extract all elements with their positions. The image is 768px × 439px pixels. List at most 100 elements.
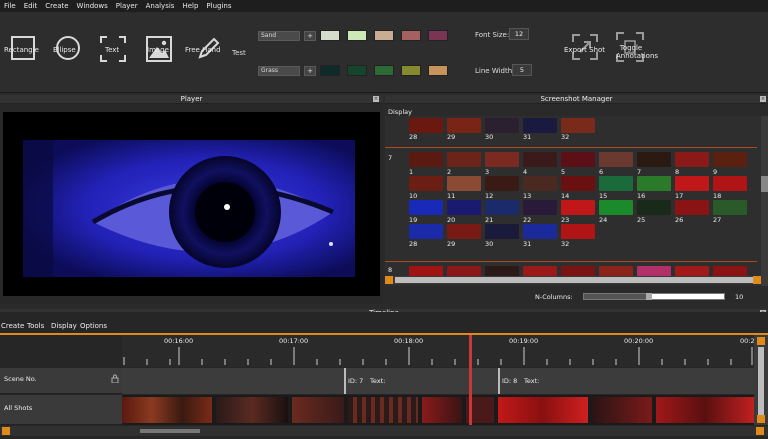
swatch[interactable] bbox=[374, 65, 394, 76]
palette-name-grass[interactable]: Grass bbox=[258, 66, 300, 76]
thumbnail[interactable] bbox=[561, 118, 595, 133]
thumbnail[interactable] bbox=[561, 176, 595, 191]
video-frame[interactable] bbox=[3, 112, 380, 296]
playhead[interactable] bbox=[469, 335, 472, 425]
thumbnail[interactable] bbox=[561, 200, 595, 215]
thumbnail[interactable] bbox=[599, 176, 633, 191]
rectangle-tool-button[interactable]: Rectangle bbox=[4, 36, 48, 68]
swatch[interactable] bbox=[428, 30, 448, 41]
image-tool-button[interactable]: Image bbox=[146, 36, 174, 68]
close-icon[interactable]: × bbox=[760, 96, 766, 102]
thumbnail[interactable] bbox=[485, 118, 519, 133]
timeline-horizontal-scrollbar[interactable] bbox=[0, 426, 768, 436]
thumbnail[interactable] bbox=[523, 118, 557, 133]
vertical-scrollbar[interactable] bbox=[761, 116, 768, 286]
thumbnail[interactable] bbox=[447, 118, 481, 133]
scrollbar-thumb[interactable] bbox=[140, 429, 200, 433]
lock-icon[interactable] bbox=[111, 374, 119, 383]
horizontal-scrollbar[interactable] bbox=[385, 276, 761, 284]
thumbnail[interactable] bbox=[523, 152, 557, 167]
close-icon[interactable]: × bbox=[373, 96, 379, 102]
scene-track[interactable]: ID: 7 Text: ID: 8 Text: bbox=[122, 368, 754, 394]
swatch[interactable] bbox=[347, 65, 367, 76]
track-label-all-shots[interactable]: All Shots bbox=[0, 395, 122, 425]
shot-clip[interactable] bbox=[656, 397, 754, 423]
thumbnail[interactable] bbox=[523, 200, 557, 215]
palette-add-button[interactable]: + bbox=[304, 31, 316, 41]
thumbnail[interactable] bbox=[675, 176, 709, 191]
timeline-menu-options[interactable]: Options bbox=[80, 322, 107, 330]
thumbnail[interactable] bbox=[599, 200, 633, 215]
thumbnail[interactable] bbox=[409, 200, 443, 215]
thumbnail[interactable] bbox=[713, 176, 747, 191]
all-shots-track[interactable] bbox=[122, 395, 754, 425]
menu-windows[interactable]: Windows bbox=[73, 2, 112, 10]
menu-edit[interactable]: Edit bbox=[20, 2, 42, 10]
export-shot-button[interactable]: Export Shot bbox=[562, 32, 606, 72]
thumbnail[interactable] bbox=[675, 200, 709, 215]
thumbnail[interactable] bbox=[523, 224, 557, 239]
menu-player[interactable]: Player bbox=[112, 2, 142, 10]
track-label-scene[interactable]: Scene No. bbox=[0, 368, 122, 394]
thumbnail[interactable] bbox=[637, 176, 671, 191]
text-tool-button[interactable]: Text bbox=[100, 36, 128, 68]
thumbnail[interactable] bbox=[485, 224, 519, 239]
palette-add-button[interactable]: + bbox=[304, 66, 316, 76]
shot-clip[interactable] bbox=[122, 397, 212, 423]
shot-clip[interactable] bbox=[592, 397, 652, 423]
timeline-vertical-scrollbar[interactable] bbox=[754, 335, 768, 425]
swatch[interactable] bbox=[320, 65, 340, 76]
thumbnail[interactable] bbox=[561, 224, 595, 239]
shot-clip[interactable] bbox=[498, 397, 588, 423]
thumbnail[interactable] bbox=[637, 200, 671, 215]
menu-file[interactable]: File bbox=[0, 2, 20, 10]
thumbnail[interactable] bbox=[485, 200, 519, 215]
slider-handle[interactable] bbox=[646, 293, 652, 300]
shot-clip[interactable] bbox=[216, 397, 288, 423]
thumbnail[interactable] bbox=[447, 176, 481, 191]
thumbnail[interactable] bbox=[447, 152, 481, 167]
palette-name-sand[interactable]: Sand bbox=[258, 31, 300, 41]
shot-clip[interactable] bbox=[292, 397, 344, 423]
thumbnail[interactable] bbox=[485, 176, 519, 191]
thumbnail[interactable] bbox=[485, 152, 519, 167]
timeline-menu-tools[interactable]: Tools bbox=[27, 322, 44, 330]
shot-clip[interactable] bbox=[348, 397, 418, 423]
swatch[interactable] bbox=[401, 30, 421, 41]
thumbnail[interactable] bbox=[409, 152, 443, 167]
swatch[interactable] bbox=[347, 30, 367, 41]
thumbnail[interactable] bbox=[637, 152, 671, 167]
thumbnail[interactable] bbox=[713, 200, 747, 215]
scroll-right-button[interactable] bbox=[756, 427, 764, 435]
thumbnail[interactable] bbox=[599, 152, 633, 167]
scrollbar-thumb[interactable] bbox=[758, 347, 764, 415]
shot-clip[interactable] bbox=[422, 397, 462, 423]
thumbnail[interactable] bbox=[561, 152, 595, 167]
thumbnail[interactable] bbox=[409, 176, 443, 191]
toggle-annotations-button[interactable]: Toggle Annotations bbox=[608, 32, 658, 72]
thumbnail[interactable] bbox=[447, 224, 481, 239]
scroll-left-button[interactable] bbox=[2, 427, 10, 435]
scroll-down-button[interactable] bbox=[757, 415, 765, 423]
menu-help[interactable]: Help bbox=[178, 2, 202, 10]
menu-create[interactable]: Create bbox=[41, 2, 72, 10]
ncolumns-slider[interactable] bbox=[583, 293, 725, 300]
scroll-left-button[interactable] bbox=[385, 276, 393, 284]
line-width-spinbox[interactable]: 5 bbox=[512, 64, 532, 76]
thumbnail[interactable] bbox=[409, 118, 443, 133]
swatch[interactable] bbox=[401, 65, 421, 76]
menu-analysis[interactable]: Analysis bbox=[142, 2, 179, 10]
swatch[interactable] bbox=[374, 30, 394, 41]
scroll-right-button[interactable] bbox=[753, 276, 761, 284]
display-menu[interactable]: Display bbox=[388, 108, 412, 116]
menu-plugins[interactable]: Plugins bbox=[202, 2, 235, 10]
thumbnail[interactable] bbox=[447, 200, 481, 215]
thumbnail[interactable] bbox=[675, 152, 709, 167]
scroll-up-button[interactable] bbox=[757, 337, 765, 345]
freehand-tool-button[interactable]: Free Hand bbox=[185, 36, 226, 68]
thumbnail[interactable] bbox=[409, 224, 443, 239]
swatch[interactable] bbox=[428, 65, 448, 76]
scrollbar-thumb[interactable] bbox=[761, 176, 768, 192]
timeline-menu-display[interactable]: Display bbox=[51, 322, 77, 330]
timeline-menu-create[interactable]: Create bbox=[1, 322, 24, 330]
